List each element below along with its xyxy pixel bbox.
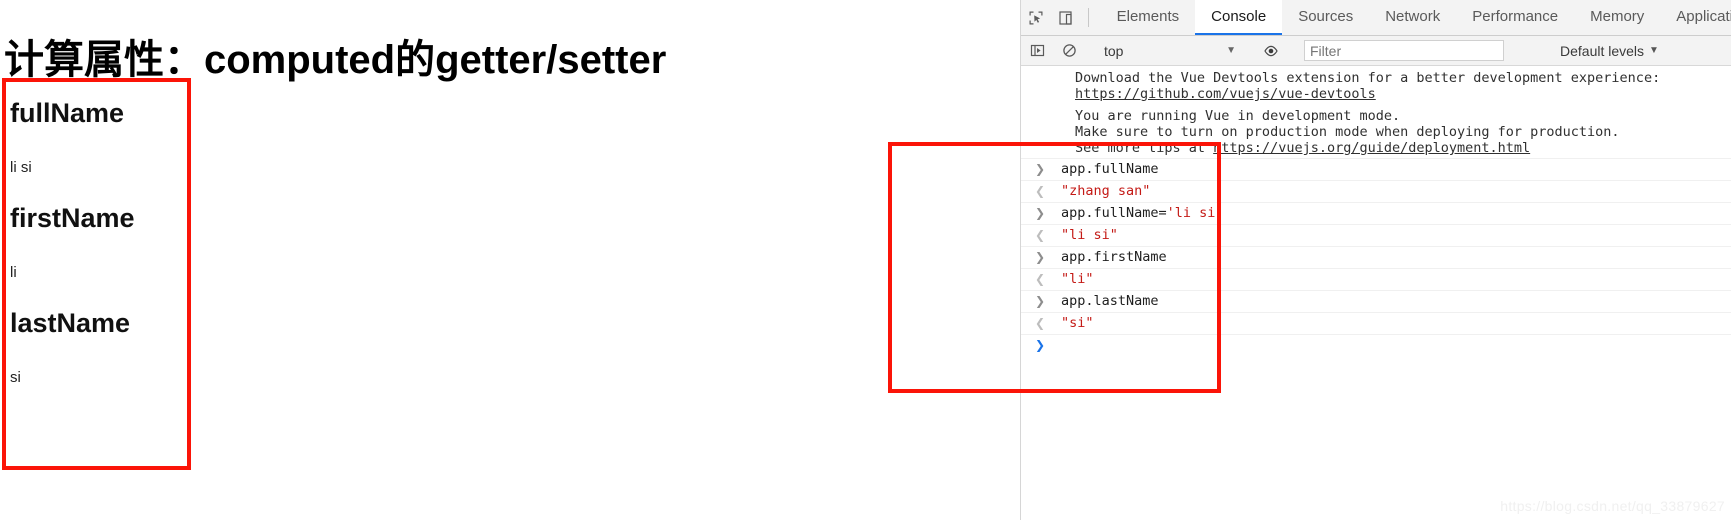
screenshot-root: 计算属性：computed的getter/setter fullName li … <box>0 0 1731 520</box>
log-levels-label: Default levels <box>1560 42 1645 59</box>
console-log-string-literal: 'li si' <box>1166 205 1224 221</box>
output-arrow-icon: ❮ <box>1035 316 1046 330</box>
watermark: https://blog.csdn.net/qq_33879627 <box>1500 498 1725 514</box>
tab-application[interactable]: Application <box>1660 0 1731 35</box>
console-log-text: app.firstName <box>1061 249 1167 265</box>
deployment-guide-link[interactable]: https://vuejs.org/guide/deployment.html <box>1213 140 1530 156</box>
output-arrow-icon: ❮ <box>1035 228 1046 242</box>
console-log-text: app.fullName='li si' <box>1061 203 1224 224</box>
vue-devtools-link[interactable]: https://github.com/vuejs/vue-devtools <box>1075 86 1376 102</box>
console-log-row-input-1[interactable]: ❯ app.fullName <box>1021 158 1731 180</box>
console-filter-input[interactable] <box>1304 40 1504 61</box>
output-arrow-icon: ❮ <box>1035 272 1046 286</box>
console-log-row-output-1[interactable]: ❮ "zhang san" <box>1021 180 1731 202</box>
devtools-tab-list: Elements Console Sources Network Perform… <box>1101 0 1731 35</box>
property-value-firstname: li <box>10 264 17 281</box>
chevron-down-icon-levels: ▼ <box>1649 45 1659 56</box>
tab-memory[interactable]: Memory <box>1574 0 1660 35</box>
console-log-row-input-4[interactable]: ❯ app.lastName <box>1021 290 1731 312</box>
property-label-lastname: lastName <box>10 308 131 338</box>
console-output[interactable]: Download the Vue Devtools extension for … <box>1021 66 1731 520</box>
dev-mode-line2: Make sure to turn on production mode whe… <box>1075 124 1620 140</box>
console-prompt-row[interactable]: ❯ <box>1021 334 1731 356</box>
console-message-vue-devtools: Download the Vue Devtools extension for … <box>1021 66 1731 104</box>
devtools-tabbar: Elements Console Sources Network Perform… <box>1021 0 1731 36</box>
console-log-text: app.lastName <box>1061 293 1159 309</box>
chevron-down-icon: ▼ <box>1226 45 1236 56</box>
toolbar-divider <box>1087 8 1089 27</box>
tab-sources[interactable]: Sources <box>1282 0 1369 35</box>
input-arrow-icon: ❯ <box>1035 206 1046 220</box>
devtools-panel: Elements Console Sources Network Perform… <box>1020 0 1731 520</box>
page-title-chinese: 计算属性： <box>4 37 204 83</box>
live-expression-eye-icon[interactable] <box>1255 43 1287 59</box>
property-value-lastname: si <box>10 369 21 386</box>
page-annotation-box <box>2 78 191 470</box>
page-title: 计算属性：computed的getter/setter <box>4 27 666 85</box>
output-arrow-icon: ❮ <box>1035 184 1046 198</box>
device-toolbar-icon[interactable] <box>1051 0 1081 35</box>
console-log-row-input-2[interactable]: ❯ app.fullName='li si' <box>1021 202 1731 224</box>
console-toolbar: top ▼ Default levels ▼ <box>1021 36 1731 66</box>
tab-elements[interactable]: Elements <box>1101 0 1196 35</box>
property-label-firstname: firstName <box>10 203 135 233</box>
execution-context-dropdown[interactable]: top ▼ <box>1098 40 1242 62</box>
input-arrow-icon: ❯ <box>1035 162 1046 176</box>
console-log-text: "zhang san" <box>1061 183 1151 199</box>
console-message-dev-mode: You are running Vue in development mode.… <box>1021 104 1731 158</box>
console-log-row-output-4[interactable]: ❮ "si" <box>1021 312 1731 334</box>
execution-context-label: top <box>1104 42 1124 59</box>
tab-network[interactable]: Network <box>1369 0 1456 35</box>
tab-performance[interactable]: Performance <box>1456 0 1574 35</box>
vue-devtools-text: Download the Vue Devtools extension for … <box>1075 70 1661 86</box>
tab-console[interactable]: Console <box>1195 0 1283 35</box>
input-arrow-icon: ❯ <box>1035 250 1046 264</box>
property-label-fullname: fullName <box>10 98 125 128</box>
dev-mode-line3-prefix: See more tips at <box>1075 140 1214 156</box>
web-page-content: 计算属性：computed的getter/setter fullName li … <box>0 0 1020 520</box>
inspect-element-icon[interactable] <box>1021 0 1051 35</box>
clear-console-icon[interactable] <box>1053 43 1085 58</box>
console-log-row-output-3[interactable]: ❮ "li" <box>1021 268 1731 290</box>
console-log-text: "si" <box>1061 315 1094 331</box>
console-log-expression: app.fullName= <box>1061 205 1167 221</box>
console-sidebar-icon[interactable] <box>1021 43 1053 58</box>
console-log-row-output-2[interactable]: ❮ "li si" <box>1021 224 1731 246</box>
page-title-english: computed的getter/setter <box>204 38 667 82</box>
log-levels-dropdown[interactable]: Default levels ▼ <box>1560 43 1659 59</box>
console-log-text: "li si" <box>1061 227 1118 243</box>
prompt-arrow-icon: ❯ <box>1035 338 1046 352</box>
property-value-fullname: li si <box>10 159 32 176</box>
console-log-row-input-3[interactable]: ❯ app.firstName <box>1021 246 1731 268</box>
console-log-text: app.fullName <box>1061 161 1159 177</box>
console-log-text: "li" <box>1061 271 1094 287</box>
input-arrow-icon: ❯ <box>1035 294 1046 308</box>
dev-mode-line1: You are running Vue in development mode. <box>1075 108 1401 124</box>
